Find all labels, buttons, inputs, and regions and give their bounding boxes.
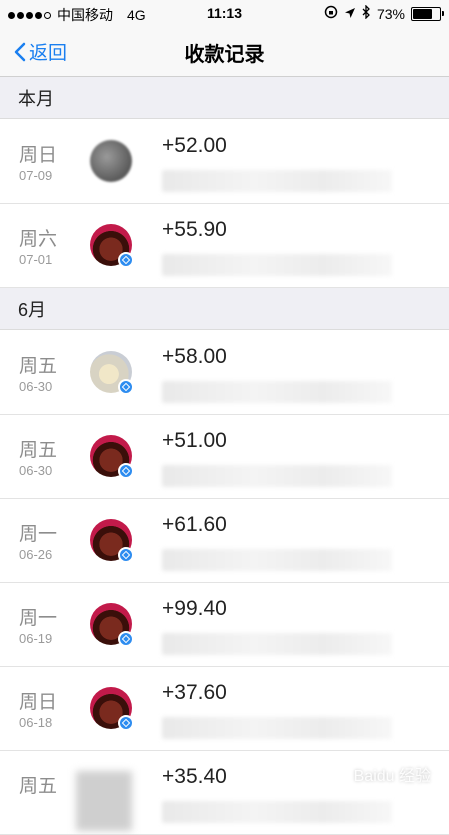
avatar: [90, 687, 134, 731]
battery-icon: [411, 6, 444, 21]
row-date: 06-18: [19, 715, 53, 730]
blurred-memo: [162, 801, 392, 823]
row-day: 周日: [19, 145, 58, 166]
avatar: [90, 435, 134, 479]
list-item[interactable]: 周一 06-26 +61.60: [0, 499, 449, 583]
verified-badge-icon: [118, 547, 134, 563]
row-date: 07-09: [19, 168, 53, 183]
row-day: 周日: [19, 692, 58, 713]
row-day: 周一: [19, 608, 58, 629]
row-date: 07-01: [19, 252, 53, 267]
status-right: 73%: [324, 4, 444, 22]
blurred-memo: [162, 465, 392, 487]
row-day: 周五: [19, 440, 58, 461]
list-item[interactable]: 周日 06-18 +37.60: [0, 667, 449, 751]
row-date: 06-30: [19, 379, 53, 394]
list-item[interactable]: 周日 07-09 +52.00: [0, 120, 449, 204]
avatar: [90, 351, 134, 395]
verified-badge-icon: [118, 715, 134, 731]
avatar: [76, 771, 132, 831]
blurred-memo: [162, 254, 392, 276]
row-date: 06-30: [19, 463, 53, 478]
amount: +55.90: [162, 218, 227, 241]
row-day: 周一: [19, 524, 58, 545]
watermark-logo: Baidu 经验: [353, 768, 431, 785]
avatar: [90, 224, 134, 268]
verified-badge-icon: [118, 379, 134, 395]
nav-bar: 返回 收款记录: [0, 26, 449, 77]
verified-badge-icon: [118, 252, 134, 268]
blurred-memo: [162, 381, 392, 403]
amount: +61.60: [162, 513, 227, 536]
amount: +51.00: [162, 429, 227, 452]
amount: +52.00: [162, 134, 227, 157]
battery-fill: [413, 8, 432, 19]
amount: +58.00: [162, 345, 227, 368]
avatar-image: [90, 140, 132, 182]
amount: +99.40: [162, 597, 227, 620]
row-day: 周五: [19, 776, 58, 797]
location-icon: [344, 6, 356, 22]
row-date: 06-26: [19, 547, 53, 562]
verified-badge-icon: [118, 463, 134, 479]
lock-rotation-icon: [324, 5, 338, 22]
avatar-image: [76, 771, 132, 831]
avatar: [90, 519, 134, 563]
blurred-memo: [162, 170, 392, 192]
amount: +35.40: [162, 765, 227, 788]
row-day: 周五: [19, 356, 58, 377]
blurred-memo: [162, 549, 392, 571]
avatar: [90, 140, 132, 182]
section-header: 本月: [0, 77, 449, 119]
blurred-memo: [162, 633, 392, 655]
blurred-memo: [162, 717, 392, 739]
battery-percent: 73%: [376, 5, 405, 22]
verified-badge-icon: [118, 631, 134, 647]
page-title: 收款记录: [184, 44, 265, 66]
bluetooth-icon: [362, 4, 371, 22]
list-item[interactable]: 周五 06-30 +51.00: [0, 415, 449, 499]
list-item[interactable]: 周六 07-01 +55.90: [0, 204, 449, 288]
list-item[interactable]: 周一 06-19 +99.40: [0, 583, 449, 667]
status-bar: 中国移动 4G 11:13 73%: [0, 0, 449, 26]
amount: +37.60: [162, 681, 227, 704]
row-date: 06-19: [19, 631, 53, 646]
row-day: 周六: [19, 229, 58, 250]
section-header: 6月: [0, 288, 449, 330]
avatar: [90, 603, 134, 647]
list-item[interactable]: 周五 06-30 +58.00: [0, 331, 449, 415]
